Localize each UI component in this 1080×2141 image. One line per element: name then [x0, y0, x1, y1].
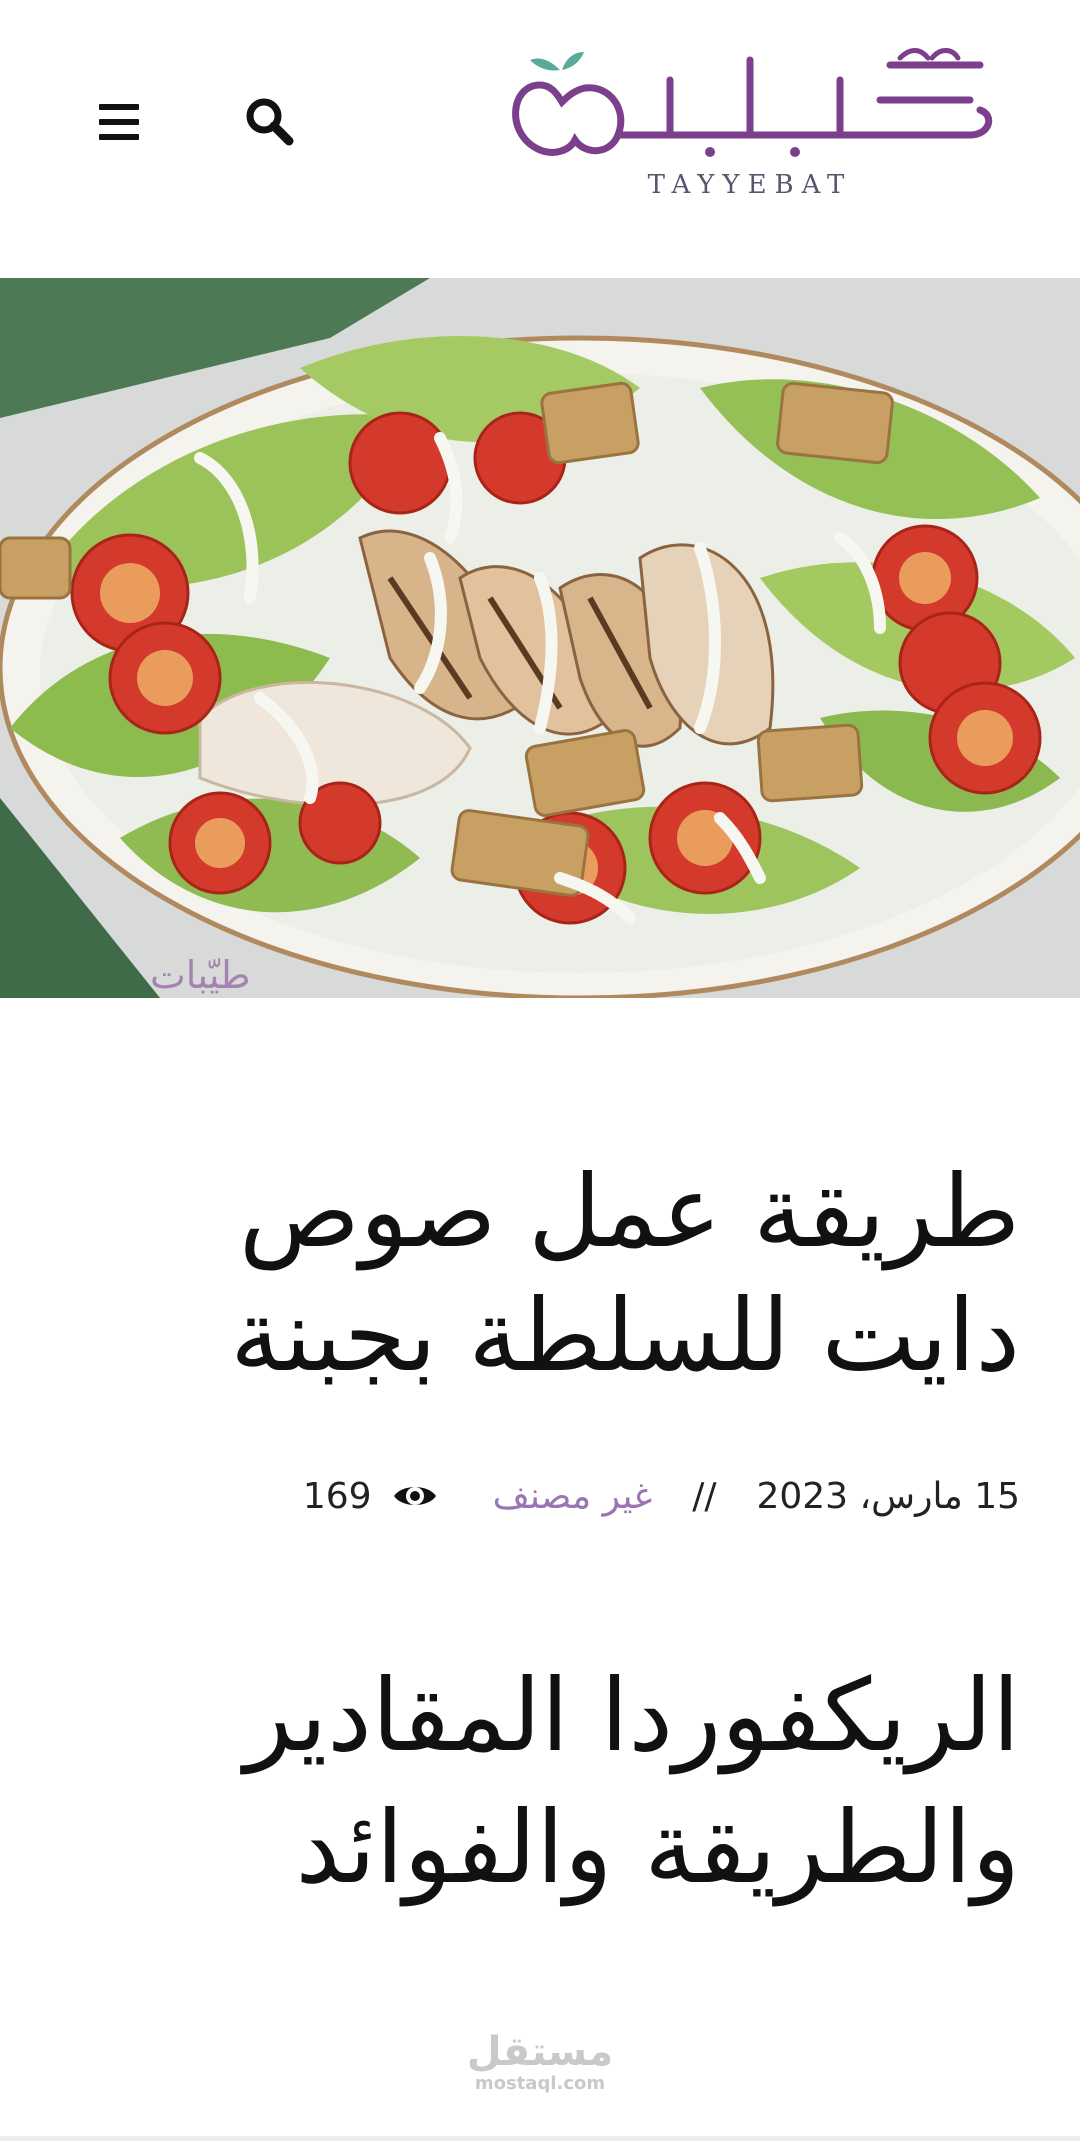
related-post-title[interactable]: الريكفوردا المقادير والطريقة والفوائد [120, 1650, 1020, 1914]
watermark-latin: mostaql.com [474, 2073, 606, 2094]
site-header: TAYYEBAT [0, 0, 1080, 278]
mostaql-watermark: مستقل mostaql.com [440, 2030, 640, 2094]
article-title: طريقة عمل صوص دايت للسلطة بجبنة [230, 1153, 1020, 1394]
meta-separator: // [692, 1475, 717, 1517]
search-icon[interactable] [244, 96, 296, 148]
logo-mark [512, 48, 993, 190]
article-featured-image[interactable]: طيّبات [0, 278, 1080, 998]
article-meta: 15 مارس، 2023 // غير مصنف 169 [250, 1466, 1020, 1526]
eye-icon [392, 1480, 438, 1512]
site-logo[interactable]: TAYYEBAT [500, 40, 1000, 210]
bottom-divider [0, 2136, 1080, 2141]
hamburger-menu-icon[interactable] [96, 102, 142, 142]
article-category-link[interactable]: غير مصنف [493, 1476, 653, 1517]
watermark-arabic: مستقل [466, 2029, 614, 2075]
article-date: 15 مارس، 2023 [756, 1475, 1020, 1517]
hero-watermark: طيّبات [150, 953, 251, 997]
logo-latin-text: TAYYEBAT [647, 170, 853, 200]
article-views-count: 169 [302, 1475, 372, 1517]
caesar-salad-photo: طيّبات [0, 278, 1080, 998]
